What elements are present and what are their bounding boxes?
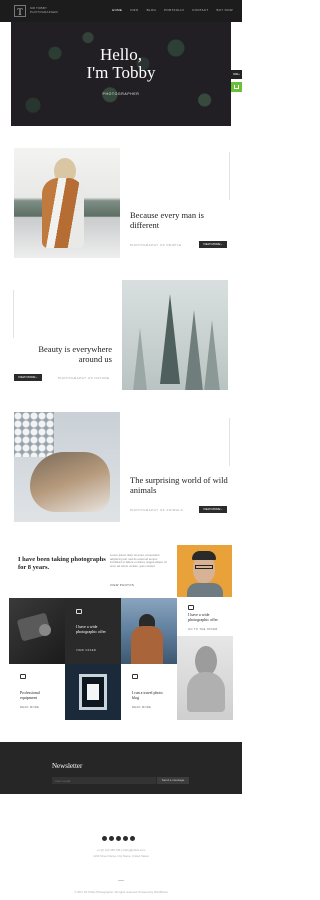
photo-man-glasses [177, 545, 232, 597]
phone-icon [188, 605, 194, 610]
photo-man-jacket [187, 583, 223, 597]
feature-title-nature: Beauty is everywhere around us [38, 344, 112, 364]
cart-icon [234, 85, 239, 89]
photo-wolf-head [30, 452, 110, 512]
photo-man-shirt [131, 626, 163, 664]
feature-caption-nature: PHOTOGRAPHY OF NATURE [58, 376, 110, 380]
view-offer-link[interactable]: VIEW OFFER [76, 649, 96, 652]
youtube-icon[interactable] [130, 836, 135, 841]
offer-card-light-title: I have a wide photographic offer [188, 612, 218, 622]
hero-title: Hello, I'm Tobby [11, 46, 231, 82]
footer-contact: +1 (0) 123 456 789 | tobby@photo.com [96, 848, 146, 852]
brand-name: MR TOBBY PHOTOGRAPHER [30, 6, 58, 14]
view-more-nature-label: VIEW MORE [18, 375, 36, 379]
side-cart-button[interactable] [231, 82, 242, 92]
mannequin-body [187, 672, 225, 712]
twitter-icon[interactable] [109, 836, 114, 841]
view-more-people-button[interactable]: VIEW MORE › [199, 241, 227, 248]
corridor-light [87, 684, 99, 700]
blog-read-more-link[interactable]: READ MORE [132, 706, 151, 709]
hero-subtitle: PHOTOGRAPHER [102, 92, 140, 96]
hero-title-line-1: Hello, [99, 45, 143, 64]
photo-woman [14, 148, 120, 258]
facebook-icon[interactable] [102, 836, 107, 841]
footer-divider [118, 880, 124, 881]
blog-card-title: I run a travel photo blog [132, 690, 163, 700]
tree-shape [160, 294, 180, 384]
feature-caption-animals: PHOTOGRAPHY OF ANIMALS [130, 508, 184, 512]
photo-corridor [65, 664, 121, 720]
nav-portfolio[interactable]: PORTFOLIO [164, 8, 184, 12]
nav-contact[interactable]: CONTACT [192, 8, 208, 12]
offer-card-title: I have a wide photographic offer [76, 624, 106, 634]
camera-icon [76, 609, 82, 614]
photo-forest [122, 280, 228, 390]
blog-card: I run a travel photo blog READ MORE [121, 664, 177, 720]
photo-wolf-snow [14, 412, 54, 457]
arrow-right-icon: › [221, 507, 223, 511]
footer-copyright: © 2017 Mr Tobby Photographer. All rights… [74, 890, 168, 894]
tree-shape [130, 328, 150, 390]
pinterest-icon[interactable] [123, 836, 128, 841]
photo-vintage-camera [9, 598, 65, 664]
tree-shape [184, 310, 204, 390]
offer-card-light: I have a wide photographic offer GO TO T… [177, 598, 233, 636]
camera-lens [39, 624, 51, 636]
about-text: Lorem ipsum dolor sit amet, consectetur … [110, 553, 168, 568]
view-more-people-label: VIEW MORE [203, 242, 221, 246]
instagram-icon[interactable] [116, 836, 121, 841]
footer-address: 1234 Street Name, City Name, United Stat… [93, 854, 149, 858]
newsletter-send-button[interactable]: Send a message [157, 777, 189, 784]
main-menu: HOME INFO BLOG PORTFOLIO CONTACT BUY NOW [112, 8, 233, 12]
airplane-icon [132, 674, 138, 679]
equipment-card-title: Professional equipment [20, 690, 40, 700]
divider-line [13, 290, 14, 338]
go-to-offer-link[interactable]: GO TO THE OFFER [188, 628, 218, 631]
nav-buy-now[interactable]: BUY NOW [217, 8, 233, 12]
photo-man-beanie [192, 551, 216, 560]
hero-banner: Hello, I'm Tobby PHOTOGRAPHER [11, 22, 231, 126]
arrow-right-icon: › [36, 375, 38, 379]
nav-info[interactable]: INFO [130, 8, 138, 12]
view-more-animals-button[interactable]: VIEW MORE › [199, 506, 227, 513]
divider-line [229, 152, 230, 200]
top-navigation-bar: T MR TOBBY PHOTOGRAPHER HOME INFO BLOG P… [0, 0, 242, 22]
arrow-right-icon: › [221, 242, 223, 246]
logo[interactable]: T [14, 5, 26, 17]
photo-man-lake [121, 598, 177, 664]
newsletter-title: Newsletter [52, 762, 83, 770]
glasses-icon [195, 565, 213, 569]
view-more-nature-button[interactable]: VIEW MORE › [14, 374, 42, 381]
newsletter-email-input[interactable] [52, 777, 156, 784]
offer-card-dark: I have a wide photographic offer VIEW OF… [65, 598, 121, 664]
feature-title-people: Because every man is different [130, 210, 204, 230]
hero-title-line-2: I'm Tobby [86, 63, 156, 82]
photo-mannequin [177, 636, 233, 720]
view-photos-link[interactable]: VIEW PHOTOS [110, 583, 134, 587]
view-more-animals-label: VIEW MORE [203, 507, 221, 511]
newsletter-section: Newsletter Send a message [0, 742, 242, 794]
divider-line [229, 418, 230, 466]
tree-shape [202, 320, 222, 390]
about-heading: I have been taking photographs for 8 yea… [18, 556, 106, 571]
photo-woman-sweater [42, 178, 84, 248]
side-tab-counter[interactable]: 600+ [231, 70, 242, 79]
feature-caption-people: PHOTOGRAPHY OF PEOPLE [130, 243, 182, 247]
brand-line-2: PHOTOGRAPHER [30, 10, 58, 14]
equipment-read-more-link[interactable]: READ MORE [20, 706, 39, 709]
photo-wolf [14, 412, 120, 522]
nav-blog[interactable]: BLOG [147, 8, 157, 12]
nav-home[interactable]: HOME [112, 8, 122, 12]
feature-title-animals: The surprising world of wild animals [130, 475, 228, 495]
equipment-card: Professional equipment READ MORE [9, 664, 65, 720]
camera-icon [20, 674, 26, 679]
